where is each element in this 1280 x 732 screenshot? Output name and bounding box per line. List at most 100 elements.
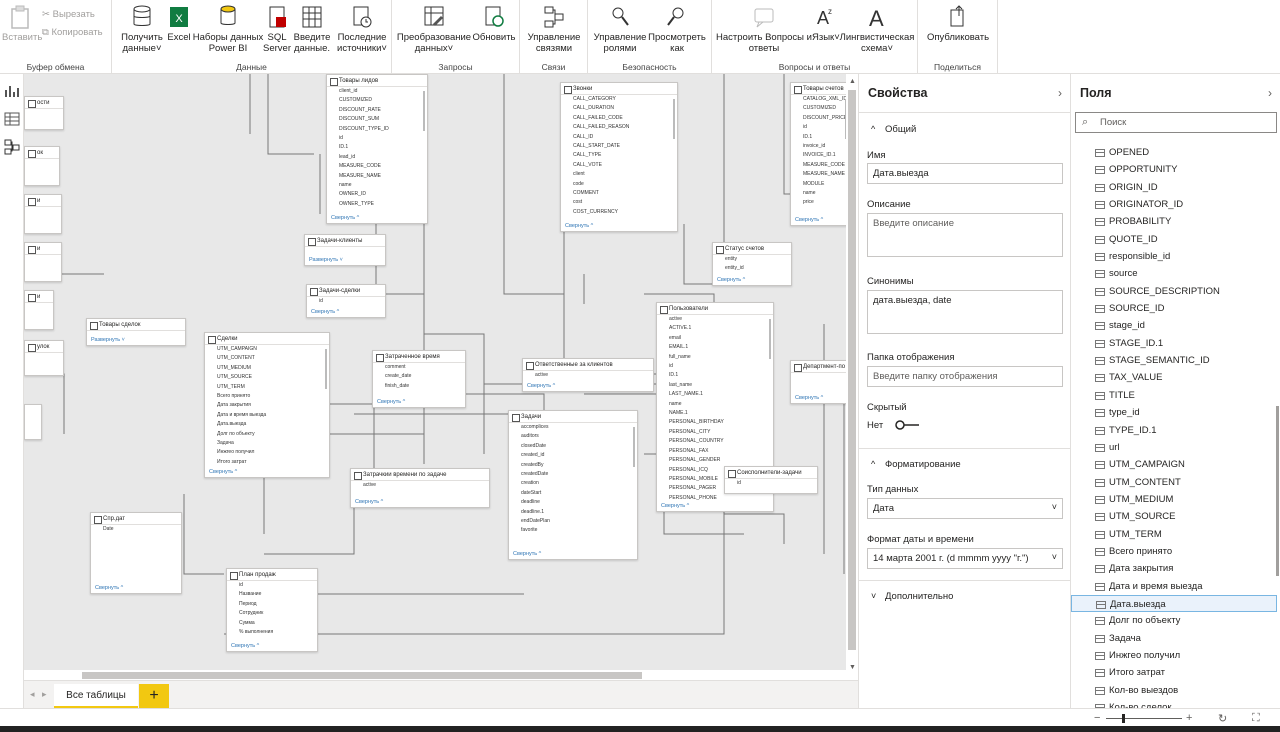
table-card[interactable]: Затрачкии времени по задаче active Свернут… [350,468,490,508]
field-item[interactable]: UTM_TERM [1071,526,1277,543]
table-card[interactable]: Задачи accomplices auditors closedDate creat… [508,410,638,560]
field-item[interactable]: TYPE_ID.1 [1071,422,1277,439]
table-card-partial[interactable]: ок [24,146,60,186]
reset-layout-icon[interactable]: ↻ [1218,712,1227,725]
table-card-partial[interactable]: и [24,194,62,234]
table-field[interactable]: creation [509,479,637,488]
table-field[interactable]: ID.1 [327,143,427,152]
linguistic-schema-button[interactable]: A Лингвистическая схема˅ [838,4,916,54]
field-item[interactable]: url [1071,439,1277,456]
field-item[interactable]: Задача [1071,630,1277,647]
table-field[interactable]: invoice_id [791,142,846,151]
table-card-toggle[interactable]: Развернуть ˅ [309,257,343,263]
table-field[interactable]: id [791,123,846,132]
table-field[interactable]: create_date [373,372,465,381]
table-field[interactable]: entity [713,255,791,264]
table-field[interactable]: MEASURE_CODE [327,162,427,171]
table-field[interactable]: DISCOUNT_TYPE_ID [327,125,427,134]
table-field[interactable]: OWNER_TYPE [327,200,427,209]
field-item[interactable]: UTM_CAMPAIGN [1071,456,1277,473]
field-item[interactable]: source [1071,265,1277,282]
table-card-partial[interactable]: и [24,290,54,330]
table-card[interactable]: Звонки CALL_CATEGORY CALL_DURATION CALL_FAI… [560,82,678,232]
table-field[interactable]: DISCOUNT_SUM [327,115,427,124]
excel-button[interactable]: X Excel [166,4,192,43]
table-card-scrollbar[interactable] [423,91,425,131]
zoom-out-button[interactable]: − [1094,712,1100,724]
table-field[interactable]: Дата и время выезда [205,411,329,420]
table-card-toggle[interactable]: Развернуть ˅ [91,337,125,343]
table-field[interactable]: MODULE [791,180,846,189]
table-field[interactable]: ID.1 [657,371,773,380]
table-field[interactable]: id [307,297,385,306]
fields-scrollbar[interactable] [1276,406,1279,576]
table-card-toggle[interactable]: Свернуть ^ [231,643,259,649]
table-card[interactable]: Департмент-по Свернуть ^ [790,360,846,404]
table-card-scrollbar[interactable] [673,99,675,139]
field-item[interactable]: Дата и время выезда [1071,578,1277,595]
fit-to-screen-icon[interactable]: ⛶ [1252,712,1260,725]
table-field[interactable]: client [561,170,677,179]
table-field[interactable]: lead_id [327,153,427,162]
table-field[interactable]: UTM_CAMPAIGN [205,345,329,354]
field-item[interactable]: UTM_MEDIUM [1071,491,1277,508]
table-field[interactable]: DISCOUNT_PRICE [791,114,846,123]
table-field[interactable]: favorite [509,526,637,535]
table-field[interactable]: UTM_SOURCE [205,373,329,382]
table-field[interactable]: LAST_NAME.1 [657,390,773,399]
table-field[interactable]: createdDate [509,470,637,479]
section-formatting[interactable]: ^ Форматирование [871,459,961,470]
table-field[interactable]: endDatePlan [509,517,637,526]
table-field[interactable]: auditors [509,432,637,441]
table-field[interactable]: Долг по объекту [205,430,329,439]
display-folder-input[interactable]: Введите папку отображения [867,366,1063,387]
table-field[interactable]: Инжгео получил [205,448,329,457]
field-item[interactable]: STAGE_SEMANTIC_ID [1071,352,1277,369]
field-item[interactable]: UTM_CONTENT [1071,474,1277,491]
powerbi-datasets-button[interactable]: Наборы данных Power BI [192,4,264,54]
table-field[interactable]: DISCOUNT_RATE [327,106,427,115]
name-input[interactable]: Дата.выезда [867,163,1063,184]
publish-button[interactable]: Опубликовать [922,4,994,43]
field-item[interactable]: type_id [1071,404,1277,421]
table-field[interactable]: Задача [205,439,329,448]
table-card-toggle[interactable]: Свернуть ^ [661,503,689,509]
table-field[interactable]: last_name [657,381,773,390]
table-field[interactable]: PERSONAL_GENDER [657,456,773,465]
table-card-scrollbar[interactable] [633,427,635,467]
view-as-button[interactable]: Просмотреть как [648,4,706,54]
table-field[interactable]: full_name [657,353,773,362]
table-field[interactable]: Date [91,525,181,534]
table-field[interactable]: active [657,315,773,324]
field-item[interactable]: Кол-во выездов [1071,682,1277,699]
date-format-select[interactable]: 14 марта 2001 г. (d mmmm yyyy "г.") ˅ [867,548,1063,569]
table-card-toggle[interactable]: Свернуть ^ [311,309,339,315]
table-card-partial[interactable]: и [24,242,62,282]
table-field[interactable]: name [657,400,773,409]
model-view-icon[interactable] [3,138,21,156]
table-card[interactable]: Товары сделок Развернуть ˅ [86,318,186,346]
field-item[interactable]: STAGE_ID.1 [1071,335,1277,352]
field-item[interactable]: OPPORTUNITY [1071,161,1277,178]
manage-roles-button[interactable]: Управление ролями [592,4,648,54]
table-field[interactable]: active [351,481,489,490]
field-item[interactable]: responsible_id [1071,248,1277,265]
table-card-partial[interactable]: улок [24,340,64,376]
table-field[interactable]: finish_date [373,382,465,391]
tab-next-icon[interactable]: ▸ [42,689,47,700]
language-button[interactable]: Az Язык˅ [812,4,840,43]
add-tab-button[interactable]: + [139,684,169,708]
table-field[interactable]: Период [227,600,317,609]
table-card[interactable]: Ответственные за клиентов active Свернуть … [522,358,654,392]
table-field[interactable]: CALL_START_DATE [561,142,677,151]
table-field[interactable]: PERSONAL_COUNTRY [657,437,773,446]
table-field[interactable]: PERSONAL_PHONE [657,494,773,503]
table-card-partial[interactable] [24,404,42,440]
table-card[interactable]: Товары счетов CATALOG_XML_ID CUSTOMIZED DIS… [790,82,846,226]
table-card[interactable]: Соисполнители-задачи id [724,466,818,494]
fields-search-input[interactable]: ⌕ Поиск [1075,112,1277,133]
report-view-icon[interactable] [3,82,21,100]
canvas-vertical-scrollbar[interactable]: ▲ ▼ [846,74,858,680]
zoom-in-button[interactable]: + [1186,712,1192,724]
table-card-scrollbar[interactable] [769,319,771,359]
